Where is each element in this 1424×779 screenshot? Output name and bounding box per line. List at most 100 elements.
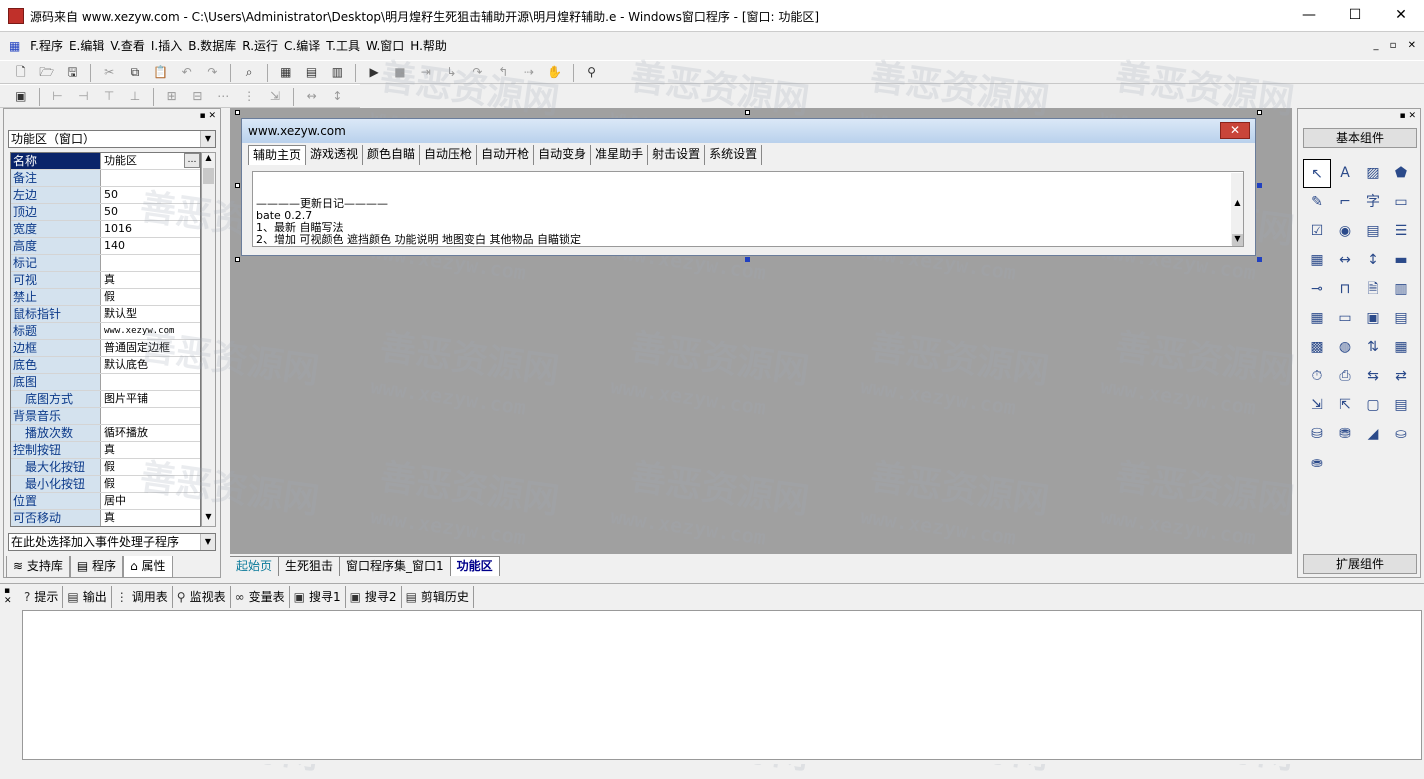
toolbar-icon[interactable]: ▦ <box>1387 333 1415 362</box>
property-row[interactable]: 高度 140 <box>11 238 200 255</box>
output-tab[interactable]: ⋮ 调用表 <box>112 586 173 608</box>
property-row[interactable]: 最小化按钮假 <box>11 476 200 493</box>
step-icon[interactable]: ⇥ <box>416 63 436 81</box>
step-out-icon[interactable]: ↰ <box>493 63 513 81</box>
text-box-icon[interactable]: ▤ <box>1387 304 1415 333</box>
grid-icon[interactable]: ▩ <box>1303 333 1331 362</box>
property-row[interactable]: 底图方式 图片平铺 <box>11 391 200 408</box>
layout3-icon[interactable]: ▥ <box>327 63 347 81</box>
panel-pin-icon[interactable]: ▪ ✕ <box>199 111 216 121</box>
menu-item-7[interactable]: T.工具 <box>323 33 363 60</box>
property-row[interactable]: 最大化按钮假 <box>11 459 200 476</box>
chart-icon[interactable]: ◢ <box>1359 420 1387 449</box>
output-tab[interactable]: ▤ 输出 <box>63 586 112 608</box>
panel-pin-icon[interactable]: ▪ ✕ <box>4 586 12 606</box>
odbc-icon[interactable]: ⛀ <box>1387 420 1415 449</box>
property-value[interactable]: 循环播放 <box>101 425 200 441</box>
maximize-button[interactable]: ☐ <box>1332 0 1378 31</box>
property-row[interactable]: 宽度 1016 <box>11 221 200 238</box>
property-row[interactable]: 底色 默认底色 <box>11 357 200 374</box>
output-tab[interactable]: ▣ 搜寻2 <box>346 586 402 608</box>
output-tab[interactable]: ▣ 搜寻1 <box>290 586 346 608</box>
designed-tab[interactable]: 颜色自瞄 <box>363 145 421 165</box>
property-value[interactable] <box>101 408 200 424</box>
redo-icon[interactable]: ↷ <box>202 63 222 81</box>
property-row[interactable]: 顶边 50 <box>11 204 200 221</box>
property-value[interactable] <box>101 374 200 390</box>
property-value[interactable] <box>101 170 200 186</box>
property-value[interactable]: 假 <box>101 476 200 492</box>
paste-icon[interactable]: 📋 <box>151 63 171 81</box>
property-row[interactable]: 可否移动真 <box>11 510 200 526</box>
same-width-icon[interactable]: ↔ <box>302 87 322 105</box>
document-tab[interactable]: 生死狙击 <box>279 556 341 576</box>
menu-item-2[interactable]: V.查看 <box>107 33 147 60</box>
property-value[interactable]: 图片平铺 <box>101 391 200 407</box>
tab-library[interactable]: ≋ 支持库 <box>6 556 70 578</box>
split-icon[interactable]: ⇅ <box>1359 333 1387 362</box>
doc-icon[interactable]: ▦ <box>6 33 23 60</box>
globe-icon[interactable]: ◍ <box>1331 333 1359 362</box>
designed-tab[interactable]: 自动变身 <box>534 145 592 165</box>
server-icon[interactable]: ⇱ <box>1331 391 1359 420</box>
designed-window-close-button[interactable]: ✕ <box>1220 122 1250 139</box>
menu-item-1[interactable]: E.编辑 <box>66 33 107 60</box>
property-row[interactable]: 播放次数 循环播放 <box>11 425 200 442</box>
search-people-icon[interactable]: ⚲ <box>582 63 602 81</box>
output-tab[interactable]: ∞ 变量表 <box>231 586 290 608</box>
step-into-icon[interactable]: ↳ <box>442 63 462 81</box>
menu-item-8[interactable]: W.窗口 <box>363 33 407 60</box>
chevron-down-icon[interactable]: ▼ <box>200 131 215 147</box>
menu-item-6[interactable]: C.编译 <box>281 33 323 60</box>
resize-handle[interactable] <box>235 257 240 262</box>
align-top-icon[interactable]: ⊤ <box>99 87 119 105</box>
find-icon[interactable]: ⌕ <box>239 63 259 81</box>
file-icon[interactable]: 🗎 <box>1359 275 1387 304</box>
output-area[interactable] <box>22 610 1422 760</box>
designed-window[interactable]: www.xezyw.com ✕ 辅助主页 游戏透视 颜色自瞄 自动压枪 自动开枪 自动变身… <box>241 118 1256 256</box>
run-icon[interactable]: ▶ <box>364 63 384 81</box>
menu-item-4[interactable]: B.数据库 <box>185 33 239 60</box>
property-row[interactable]: 标记 <box>11 255 200 272</box>
property-row[interactable]: 标题 www.xezyw.com <box>11 323 200 340</box>
hand-icon[interactable]: ✋ <box>545 63 565 81</box>
property-value[interactable]: 50 <box>101 187 200 203</box>
button-icon[interactable]: ▭ <box>1331 304 1359 333</box>
property-row[interactable]: 控制按钮真 <box>11 442 200 459</box>
extended-components-header[interactable]: 扩展组件 <box>1303 554 1417 574</box>
checkbox-icon[interactable]: ☑ <box>1303 217 1331 246</box>
property-value[interactable]: 真 <box>101 442 200 458</box>
client-icon[interactable]: ⇲ <box>1303 391 1331 420</box>
resize-handle[interactable] <box>235 110 240 115</box>
drawing-board-icon[interactable]: ✎ <box>1303 188 1331 217</box>
document-icon[interactable]: ▢ <box>1359 391 1387 420</box>
property-value[interactable]: 默认型 <box>101 306 200 322</box>
center-h-icon[interactable]: ⊞ <box>162 87 182 105</box>
resize-handle[interactable] <box>1257 110 1262 115</box>
picture-box-icon[interactable]: ▨ <box>1359 159 1387 188</box>
resize-handle[interactable] <box>745 110 750 115</box>
database2-icon[interactable]: ⛃ <box>1331 420 1359 449</box>
hscroll-icon[interactable]: ↔ <box>1331 246 1359 275</box>
property-value[interactable] <box>101 255 200 271</box>
undo-icon[interactable]: ↶ <box>177 63 197 81</box>
property-row[interactable]: 位置 居中 <box>11 493 200 510</box>
document-tab[interactable]: 功能区 <box>450 556 500 576</box>
document-tab[interactable]: 起始页 <box>230 556 280 576</box>
property-value[interactable]: 假 <box>101 459 200 475</box>
panel-pin-icon[interactable]: ▪ ✕ <box>1399 111 1416 121</box>
designed-tab[interactable]: 系统设置 <box>705 145 763 165</box>
form-icon[interactable]: ▣ <box>11 87 31 105</box>
database-icon[interactable]: ⛁ <box>1303 420 1331 449</box>
menu-item-5[interactable]: R.运行 <box>239 33 281 60</box>
designed-tab[interactable]: 辅助主页 <box>248 145 307 165</box>
stop-icon[interactable]: ■ <box>390 63 410 81</box>
property-value[interactable]: 50 <box>101 204 200 220</box>
chevron-down-icon[interactable]: ▼ <box>200 534 215 550</box>
property-value[interactable]: www.xezyw.com <box>101 323 200 339</box>
cut-icon[interactable]: ✂ <box>99 63 119 81</box>
event-combo[interactable]: 在此处选择加入事件处理子程序 ▼ <box>8 533 216 551</box>
shape-icon[interactable]: ⬟ <box>1387 159 1415 188</box>
tab-control-icon[interactable]: ⊓ <box>1331 275 1359 304</box>
copy-icon[interactable]: ⧉ <box>125 63 145 81</box>
